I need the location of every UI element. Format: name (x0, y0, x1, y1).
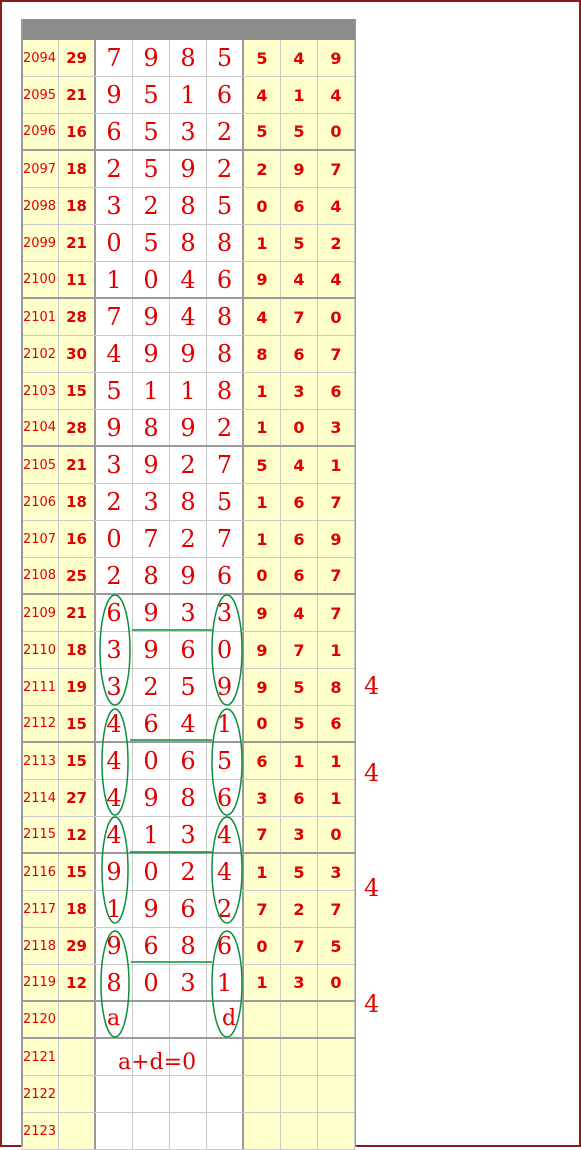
ellipse-mark (99, 594, 131, 706)
formula-note: a+d=0 (118, 1050, 197, 1075)
label-a: a (107, 1006, 121, 1031)
ellipse-mark (211, 594, 243, 706)
side-note: 4 (364, 759, 380, 787)
ellipse-mark (101, 708, 129, 816)
side-note: 4 (364, 874, 380, 902)
label-d: d (222, 1006, 237, 1031)
annotation-marks (99, 594, 243, 1038)
ellipse-mark (101, 816, 129, 924)
ellipse-mark (211, 816, 243, 924)
ellipse-mark (211, 708, 243, 816)
side-note: 4 (364, 672, 380, 700)
side-note: 4 (364, 990, 380, 1018)
